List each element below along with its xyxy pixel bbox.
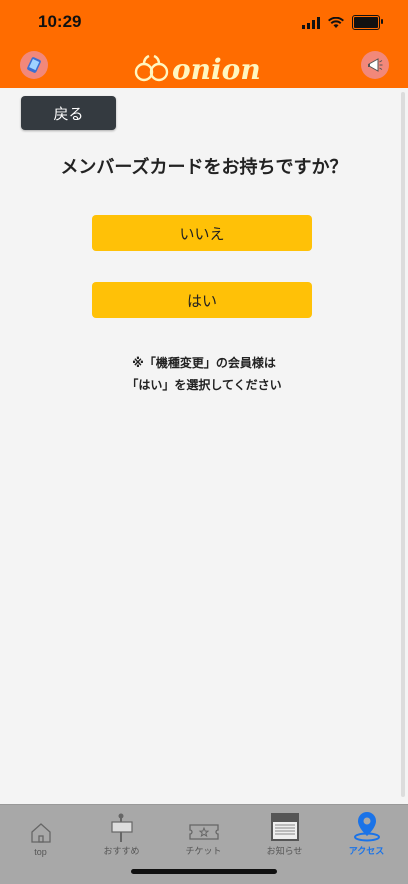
- home-icon: [30, 823, 51, 843]
- onion-logo: onion: [132, 48, 276, 86]
- tab-news[interactable]: お知らせ: [244, 805, 325, 857]
- map-pin-icon: [353, 812, 380, 842]
- phone-icon: [27, 57, 41, 73]
- back-button[interactable]: 戻る: [21, 96, 116, 130]
- megaphone-icon: [368, 58, 383, 72]
- signpost-icon: [110, 813, 133, 842]
- no-button[interactable]: いいえ: [92, 215, 312, 251]
- note-line-2: 「はい」を選択してください: [126, 378, 282, 392]
- megaphone-icon-button[interactable]: [361, 51, 389, 79]
- tab-label: おすすめ: [103, 846, 140, 856]
- status-time: 10:29: [38, 12, 82, 31]
- wifi-icon: [328, 16, 344, 28]
- yes-button[interactable]: はい: [92, 282, 312, 318]
- tab-ticket[interactable]: チケット: [163, 805, 244, 857]
- note-line-1: ※「機種変更」の会員様は: [132, 356, 276, 370]
- tab-label: チケット: [185, 846, 222, 856]
- tab-label: お知らせ: [266, 846, 303, 856]
- tab-label: top: [34, 847, 47, 857]
- tab-recommend[interactable]: おすすめ: [81, 805, 162, 857]
- signal-icon: [302, 16, 320, 29]
- tab-access[interactable]: アクセス: [326, 805, 407, 857]
- tab-label: アクセス: [348, 846, 385, 856]
- battery-icon: [352, 15, 383, 30]
- ticket-icon: [188, 824, 219, 840]
- phone-icon-button[interactable]: [20, 51, 48, 79]
- scrollbar[interactable]: [401, 92, 405, 797]
- logo-text: onion: [172, 53, 261, 86]
- home-indicator: [131, 869, 277, 874]
- page-title: メンバーズカードをお持ちですか？: [60, 157, 348, 178]
- main-content: [0, 88, 408, 804]
- tab-top[interactable]: top: [0, 805, 81, 857]
- news-icon: [270, 813, 299, 841]
- status-icons: [302, 15, 383, 30]
